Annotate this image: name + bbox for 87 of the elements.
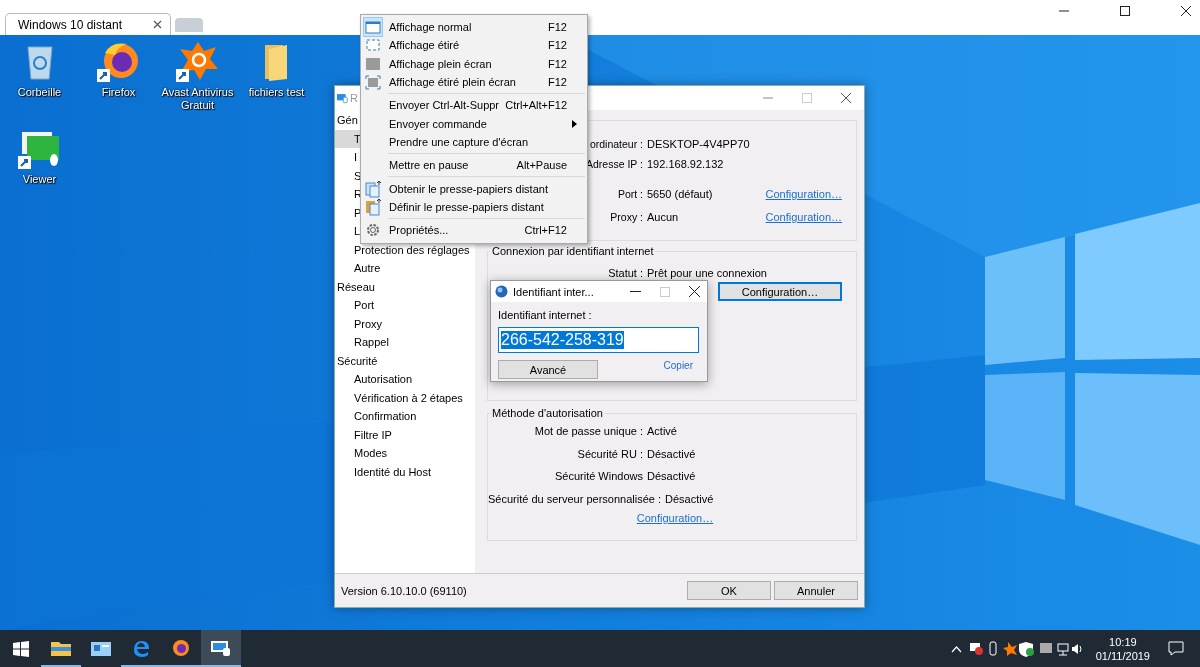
field-label: Statut :	[608, 267, 643, 279]
windows-logo-icon[interactable]	[13, 640, 29, 657]
field-value: Prêt pour une connexion	[647, 267, 768, 279]
shortcut-text: F12	[548, 39, 567, 52]
monitor-icon	[337, 92, 348, 104]
sidebar-item[interactable]: Identité du Host	[335, 462, 475, 481]
field-label: Sécurité RU :	[577, 447, 643, 460]
close-icon[interactable]	[1180, 5, 1192, 17]
sidebar-item[interactable]: Autre	[335, 259, 475, 278]
field-label: Adresse IP :	[586, 158, 643, 170]
configuration-button[interactable]: Configuration…	[718, 282, 842, 301]
shortcut-text: F12	[548, 76, 567, 89]
close-icon[interactable]	[689, 286, 700, 297]
menu-item[interactable]: Propriétés... Ctrl+F12	[361, 220, 587, 240]
clipboard-icon	[364, 197, 382, 216]
field-value: 5650 (défaut)	[647, 188, 714, 200]
menu-item[interactable]: Définir le presse-papiers distant	[361, 197, 587, 216]
field-value: Aucun	[647, 211, 680, 223]
menu-item[interactable]: Affichage plein écran F12	[361, 54, 587, 73]
menu-item[interactable]: Affichage étiré F12	[361, 36, 587, 55]
shortcut-text: Ctrl+F12	[524, 224, 567, 237]
field-value: 192.168.92.132	[647, 158, 725, 170]
maximize-icon[interactable]	[1119, 5, 1131, 17]
sidebar-item[interactable]: Filtre IP	[335, 425, 475, 444]
clock-date[interactable]: 01/11/2019	[1095, 648, 1150, 663]
icon-label: Corbeille	[16, 86, 63, 99]
configuration-link[interactable]: Configuration…	[765, 211, 842, 223]
field-value: Désactivé	[647, 447, 697, 460]
clock-time[interactable]: 10:19	[1109, 634, 1137, 649]
dialog-title: Identifiant inter...	[513, 285, 594, 298]
configuration-link[interactable]: Configuration…	[765, 188, 842, 200]
sidebar-item[interactable]: Autorisation	[335, 370, 475, 389]
menu-item[interactable]: Envoyer Ctrl-Alt-Suppr Ctrl+Alt+F12	[361, 96, 587, 115]
tray-icons-drawing[interactable]	[969, 640, 1082, 657]
sidebar-item[interactable]: Rappel	[335, 333, 475, 352]
field-label: Port :	[617, 188, 643, 200]
field-label: Sécurité Windows	[554, 470, 643, 482]
notification-icon[interactable]	[1168, 641, 1184, 656]
sidebar-item[interactable]: Port	[335, 296, 475, 315]
window-title: R	[350, 92, 358, 104]
field-value: DESKTOP-4V4PP70	[647, 138, 751, 150]
sidebar-group[interactable]: Réseau	[335, 277, 475, 296]
field-label: ordinateur :	[589, 138, 643, 150]
field-label: Identifiant internet :	[498, 309, 593, 323]
menu-item[interactable]: Envoyer commande	[361, 114, 587, 133]
menu-item[interactable]: Affichage étiré plein écran F12	[361, 72, 587, 92]
clipboard-icon	[364, 179, 382, 198]
close-icon[interactable]	[841, 93, 851, 103]
copy-link[interactable]: Copier	[663, 360, 693, 371]
sidebar-item[interactable]: Modes	[335, 444, 475, 463]
ok-button[interactable]: OK	[687, 581, 771, 600]
sidebar-item[interactable]: Protection des réglages	[335, 240, 475, 259]
menu-item[interactable]: Obtenir le presse-papiers distant	[361, 179, 587, 198]
menu-item[interactable]: Mettre en pause Alt+Pause	[361, 156, 587, 175]
globe-icon	[495, 285, 508, 298]
shortcut-text: Ctrl+Alt+F12	[505, 99, 567, 112]
sidebar-item[interactable]: Vérification à 2 étapes	[335, 388, 475, 407]
icon-label: fichiers test	[247, 86, 306, 99]
field-value: Activé	[647, 425, 678, 437]
browser-tab[interactable]: Windows 10 distant	[5, 13, 171, 35]
field-label: Proxy :	[610, 211, 643, 223]
sidebar-item[interactable]: Confirmation	[335, 407, 475, 426]
icon-label: Firefox	[100, 86, 137, 99]
group-title: Connexion par identifiant internet	[491, 245, 655, 257]
field-label: Sécurité du serveur personnalisée :	[488, 492, 662, 505]
sidebar-group[interactable]: Sécurité	[335, 351, 475, 370]
taskbar-button[interactable]	[201, 630, 241, 667]
menu-item[interactable]: Prendre une capture d'écran	[361, 132, 587, 152]
shortcut-text: F12	[548, 21, 567, 34]
menu-item[interactable]: Affichage normal F12	[361, 18, 587, 37]
group-title: Méthode d'autorisation	[491, 407, 604, 419]
configuration-link[interactable]: Configuration…	[636, 512, 714, 524]
icon-label: Viewer	[21, 173, 58, 186]
shortcut-text: F12	[548, 57, 567, 70]
cancel-button[interactable]: Annuler	[774, 581, 858, 600]
version-text: Version 6.10.10.0 (69110)	[341, 584, 467, 597]
chevron-up-icon[interactable]	[950, 644, 962, 653]
icon-label: Avast Antivirus Gratuit	[160, 86, 235, 112]
field-value: Désactivé	[665, 492, 715, 505]
field-label: Mot de passe unique :	[534, 425, 643, 437]
field-value: Désactivé	[647, 470, 697, 482]
shortcut-text: Alt+Pause	[516, 159, 567, 172]
browser-icon[interactable]	[170, 637, 192, 658]
id-field[interactable]: 266-542-258-319	[498, 327, 699, 353]
sidebar-item[interactable]: Proxy	[335, 314, 475, 333]
close-icon[interactable]	[153, 20, 162, 29]
advanced-button[interactable]: Avancé	[498, 360, 598, 379]
